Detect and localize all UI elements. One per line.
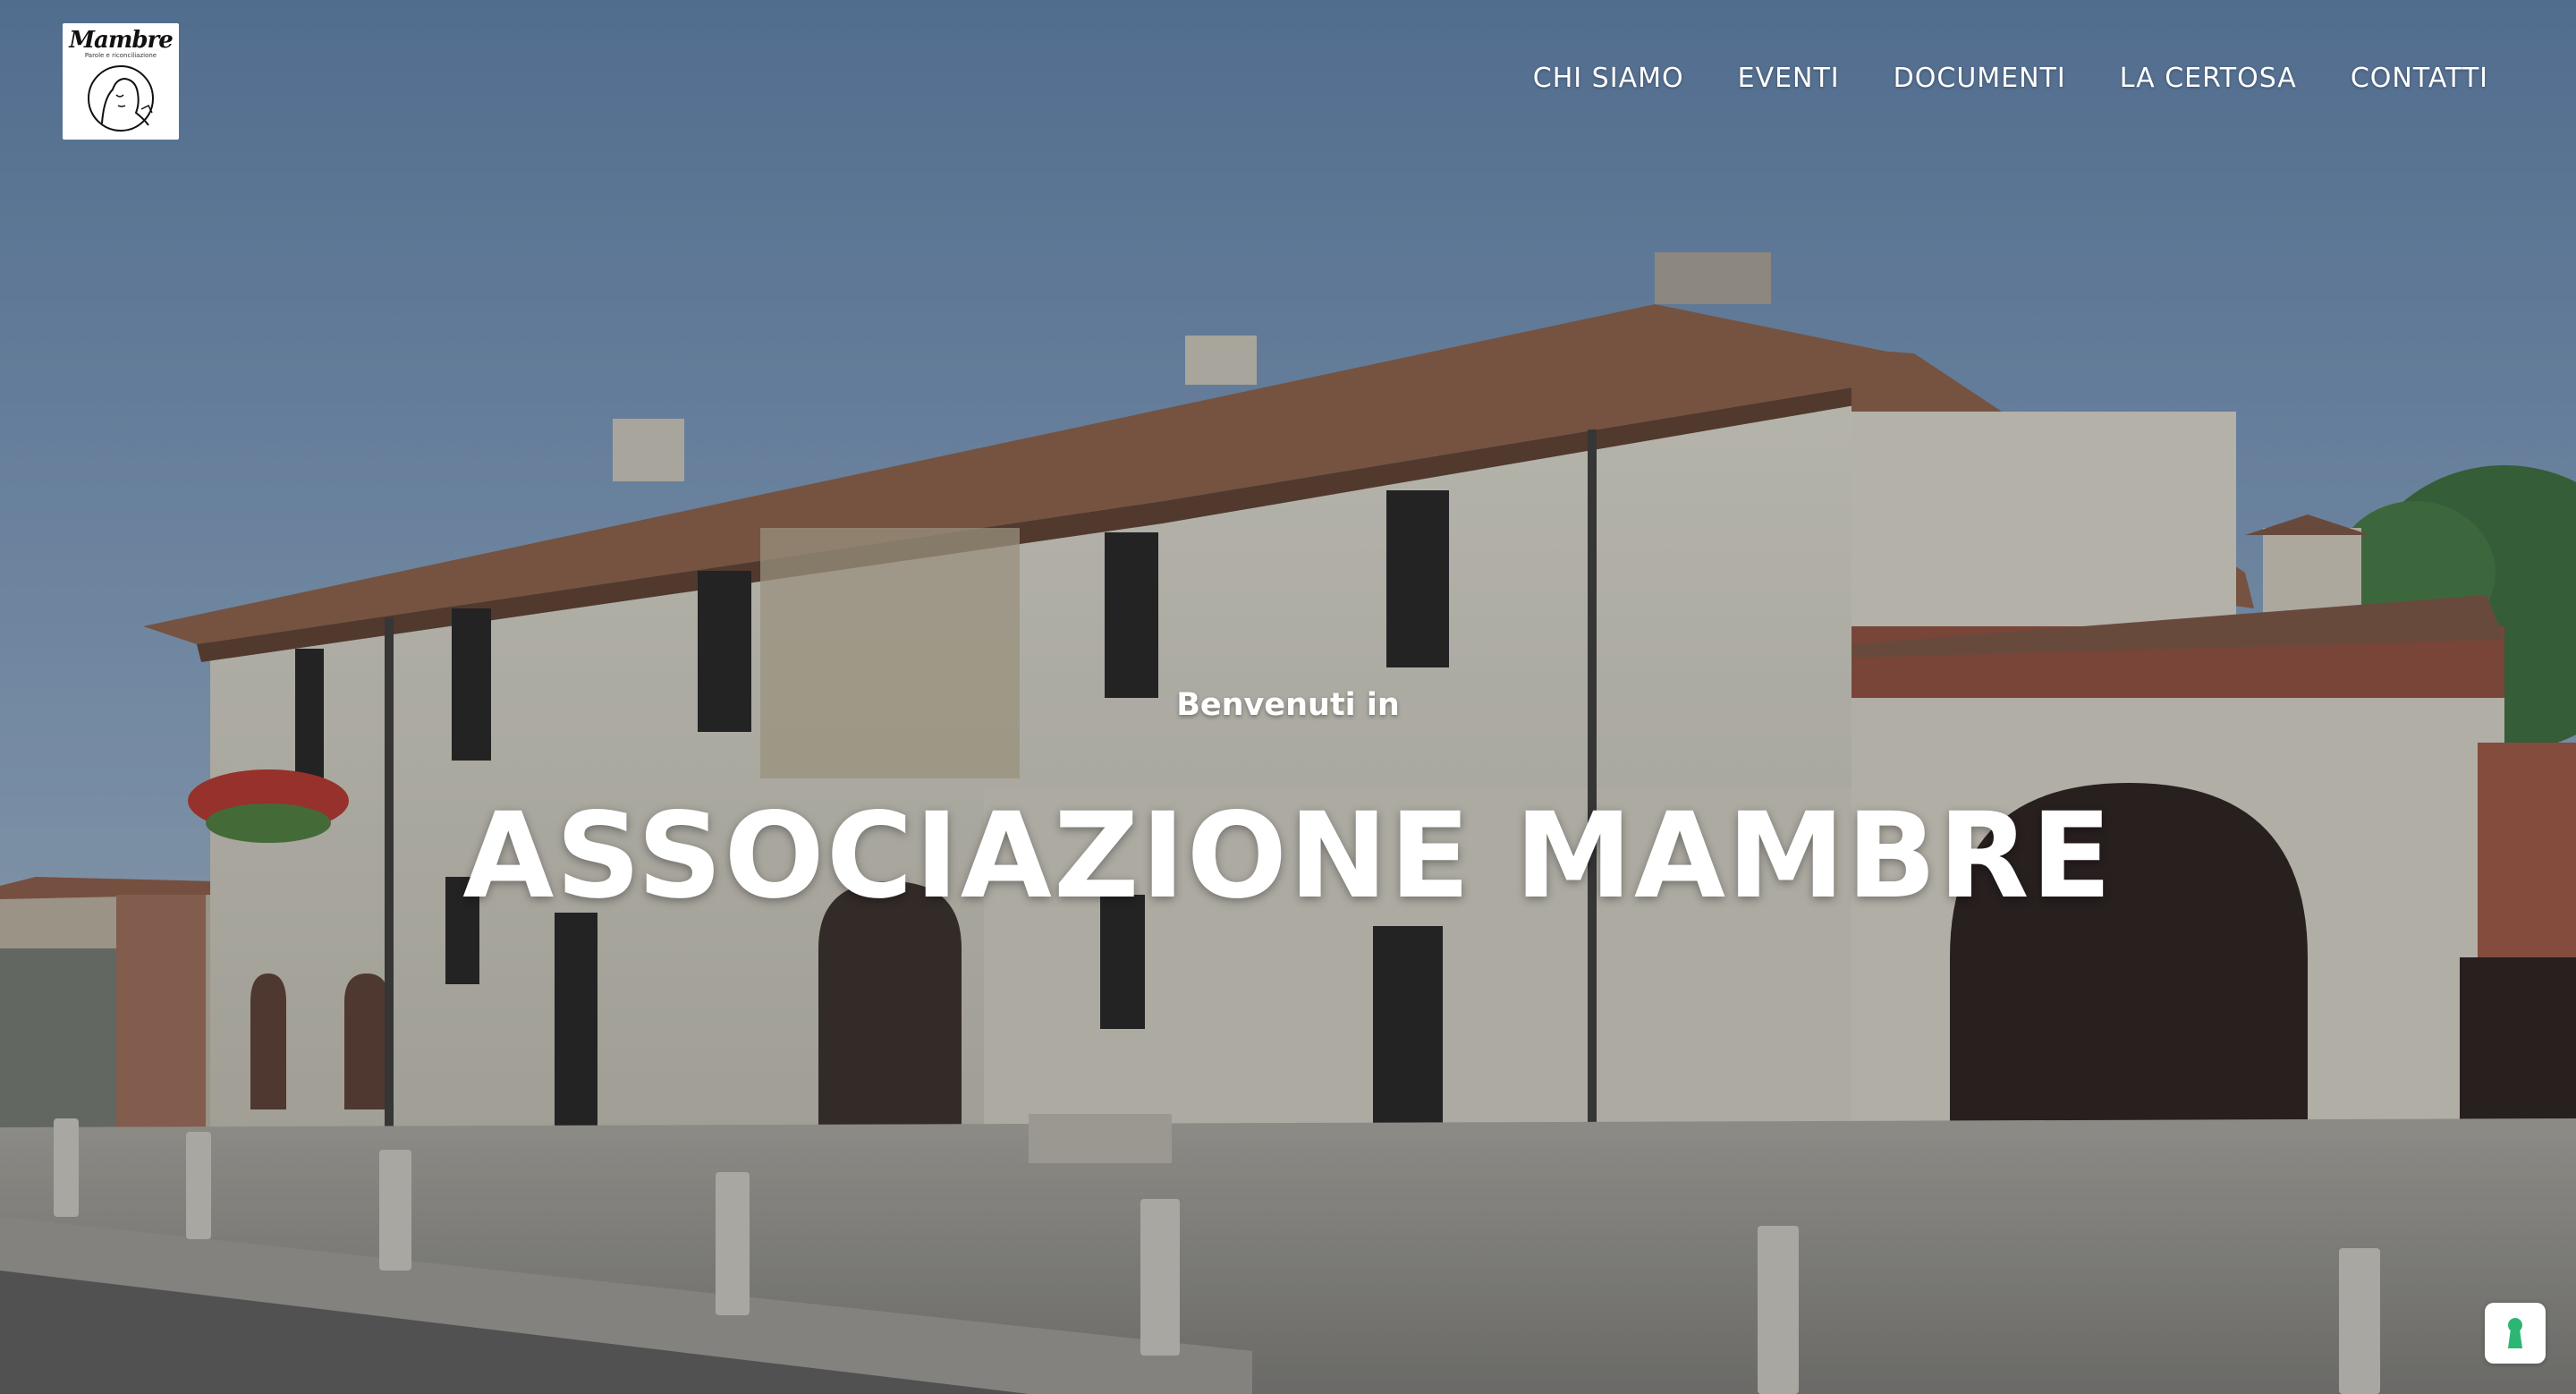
nav-item-documenti[interactable]: DOCUMENTI xyxy=(1894,63,2066,94)
main-navigation: CHI SIAMO EVENTI DOCUMENTI LA CERTOSA CO… xyxy=(1533,63,2488,94)
privacy-settings-button[interactable] xyxy=(2485,1303,2546,1364)
hero-title: ASSOCIAZIONE MAMBRE xyxy=(462,787,2114,925)
hero-section: Mambre Parole e riconciliazione CHI SIAM… xyxy=(0,0,2576,1394)
site-logo[interactable]: Mambre Parole e riconciliazione xyxy=(63,23,179,140)
hero-welcome-text: Benvenuti in xyxy=(1176,687,1400,723)
nav-item-la-certosa[interactable]: LA CERTOSA xyxy=(2120,63,2297,94)
logo-tagline: Parole e riconciliazione xyxy=(84,52,157,59)
nav-item-contatti[interactable]: CONTATTI xyxy=(2351,63,2488,94)
keyhole-icon xyxy=(2508,1318,2522,1348)
nav-item-eventi[interactable]: EVENTI xyxy=(1738,63,1840,94)
logo-wordmark: Mambre xyxy=(69,27,174,54)
nav-item-chi-siamo[interactable]: CHI SIAMO xyxy=(1533,63,1684,94)
